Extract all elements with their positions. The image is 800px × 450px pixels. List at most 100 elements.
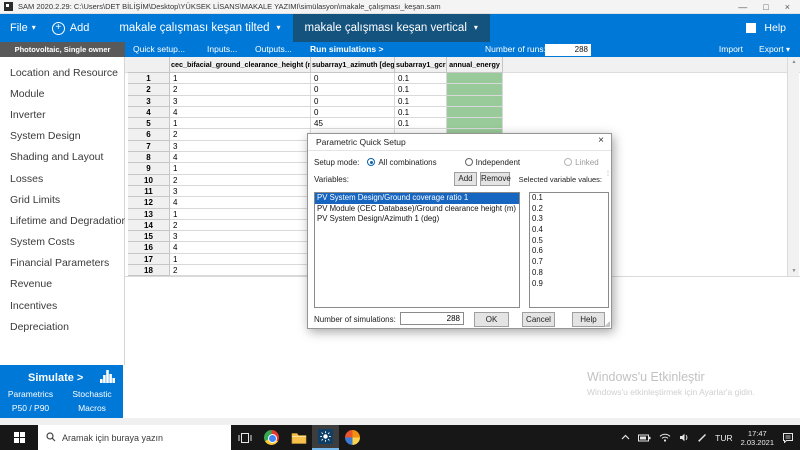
sam-taskbar-icon[interactable] — [312, 425, 339, 450]
clearance-cell[interactable]: 4 — [170, 107, 311, 118]
azimuth-cell[interactable]: 45 — [311, 118, 395, 129]
clearance-cell[interactable]: 2 — [170, 265, 311, 276]
row-number-cell[interactable]: 18 — [128, 265, 170, 276]
tab-case-tilted[interactable]: makale çalışması keşan tilted ▾ — [107, 14, 292, 42]
radio-independent[interactable]: Independent — [465, 158, 521, 167]
sidebar-item[interactable]: Inverter — [0, 104, 124, 125]
start-button[interactable] — [0, 425, 38, 450]
resize-grip[interactable] — [604, 321, 610, 327]
simulate-button[interactable]: Simulate > — [28, 372, 83, 384]
inputs-button[interactable]: Inputs... — [207, 42, 237, 57]
clearance-cell[interactable]: 1 — [170, 209, 311, 220]
clearance-cell[interactable]: 1 — [170, 254, 311, 265]
scroll-up-arrow[interactable]: ▲ — [788, 59, 800, 65]
stochastic-button[interactable]: Stochastic — [61, 389, 123, 399]
sidebar-item[interactable]: Revenue — [0, 274, 124, 295]
azimuth-cell[interactable]: 0 — [311, 107, 395, 118]
value-list-item[interactable]: 0.2 — [530, 204, 608, 215]
annual-energy-cell[interactable] — [447, 73, 503, 84]
help-menu[interactable]: Help — [746, 22, 800, 34]
value-list-item[interactable]: 0.3 — [530, 214, 608, 225]
taskbar-search-box[interactable]: Aramak için buraya yazın — [38, 425, 231, 450]
value-list-item[interactable]: 0.4 — [530, 225, 608, 236]
value-list-item[interactable]: 0.8 — [530, 268, 608, 279]
clearance-cell[interactable]: 3 — [170, 231, 311, 242]
clearance-cell[interactable]: 2 — [170, 129, 311, 140]
row-number-cell[interactable]: 12 — [128, 197, 170, 208]
row-number-cell[interactable]: 10 — [128, 175, 170, 186]
add-variable-button[interactable]: Add — [454, 172, 477, 186]
radio-all-combinations[interactable]: All combinations — [367, 158, 436, 167]
row-number-cell[interactable]: 16 — [128, 242, 170, 253]
clearance-cell[interactable]: 1 — [170, 163, 311, 174]
sidebar-item[interactable]: Lifetime and Degradation — [0, 210, 124, 231]
clearance-cell[interactable]: 4 — [170, 242, 311, 253]
row-number-cell[interactable]: 6 — [128, 129, 170, 140]
row-number-cell[interactable]: 4 — [128, 107, 170, 118]
row-number-cell[interactable]: 7 — [128, 141, 170, 152]
remove-variable-button[interactable]: Remove — [480, 172, 510, 186]
variable-list-item[interactable]: PV System Design/Azimuth 1 (deg) — [315, 214, 519, 225]
row-number-cell[interactable]: 5 — [128, 118, 170, 129]
battery-icon[interactable] — [638, 434, 651, 442]
task-view-button[interactable] — [231, 425, 258, 450]
sidebar-item[interactable]: Grid Limits — [0, 189, 124, 210]
annual-energy-cell[interactable] — [447, 84, 503, 95]
gcr-cell[interactable]: 0.1 — [395, 84, 447, 95]
row-number-cell[interactable]: 15 — [128, 231, 170, 242]
quick-setup-button[interactable]: Quick setup... — [133, 42, 185, 57]
value-list-item[interactable]: 0.1 — [530, 193, 608, 204]
ok-button[interactable]: OK — [474, 312, 509, 327]
maximize-button[interactable]: □ — [763, 1, 768, 13]
value-list-item[interactable]: 0.7 — [530, 257, 608, 268]
annual-energy-cell[interactable] — [447, 118, 503, 129]
cancel-button[interactable]: Cancel — [522, 312, 555, 327]
gcr-cell[interactable]: 0.1 — [395, 73, 447, 84]
run-simulations-button[interactable]: Run simulations > — [310, 42, 383, 57]
sidebar-item[interactable]: System Design — [0, 126, 124, 147]
file-menu[interactable]: File ▾ — [10, 22, 36, 34]
language-indicator[interactable]: TUR — [715, 433, 732, 443]
add-case-button[interactable]: + Add — [52, 22, 90, 35]
clearance-cell[interactable]: 3 — [170, 186, 311, 197]
variable-list-item[interactable]: PV Module (CEC Database)/Ground clearanc… — [315, 204, 519, 215]
gcr-cell[interactable]: 0.1 — [395, 118, 447, 129]
file-explorer-icon[interactable] — [285, 425, 312, 450]
clearance-cell[interactable]: 4 — [170, 152, 311, 163]
row-number-cell[interactable]: 9 — [128, 163, 170, 174]
azimuth-cell[interactable]: 0 — [311, 84, 395, 95]
dialog-close-icon[interactable]: × — [598, 135, 604, 146]
number-of-runs-input[interactable]: 288 — [545, 44, 591, 56]
azimuth-cell[interactable]: 0 — [311, 96, 395, 107]
clearance-cell[interactable]: 4 — [170, 197, 311, 208]
variable-list-item[interactable]: PV System Design/Ground coverage ratio 1 — [315, 193, 519, 204]
sidebar-item[interactable]: Shading and Layout — [0, 147, 124, 168]
macros-button[interactable]: Macros — [61, 403, 123, 413]
vertical-scrollbar[interactable]: ▲ ▼ — [787, 57, 799, 276]
row-number-cell[interactable]: 11 — [128, 186, 170, 197]
minimize-button[interactable]: — — [738, 1, 747, 13]
import-button[interactable]: Import — [719, 42, 743, 57]
volume-icon[interactable] — [679, 433, 690, 442]
clock[interactable]: 17:47 2.03.2021 — [741, 429, 774, 447]
row-number-cell[interactable]: 3 — [128, 96, 170, 107]
close-button[interactable]: × — [785, 1, 790, 13]
row-number-cell[interactable]: 13 — [128, 209, 170, 220]
sidebar-item[interactable]: Financial Parameters — [0, 253, 124, 274]
parametrics-button[interactable]: Parametrics — [0, 389, 61, 399]
clearance-cell[interactable]: 1 — [170, 73, 311, 84]
column-header[interactable]: subarray1_gcr — [395, 57, 447, 73]
tray-chevron-up-icon[interactable] — [621, 434, 630, 441]
values-listbox[interactable]: 0.10.20.30.40.50.60.70.80.9 — [529, 192, 609, 308]
clearance-cell[interactable]: 3 — [170, 141, 311, 152]
p50-p90-button[interactable]: P50 / P90 — [0, 403, 61, 413]
clearance-cell[interactable]: 1 — [170, 118, 311, 129]
sidebar-item[interactable]: Depreciation — [0, 316, 124, 337]
wifi-icon[interactable] — [659, 433, 671, 442]
chrome-icon[interactable] — [258, 425, 285, 450]
pen-icon[interactable] — [698, 433, 707, 442]
sidebar-item[interactable]: Incentives — [0, 295, 124, 316]
clearance-cell[interactable]: 2 — [170, 84, 311, 95]
row-number-cell[interactable]: 2 — [128, 84, 170, 95]
value-list-item[interactable]: 0.6 — [530, 246, 608, 257]
